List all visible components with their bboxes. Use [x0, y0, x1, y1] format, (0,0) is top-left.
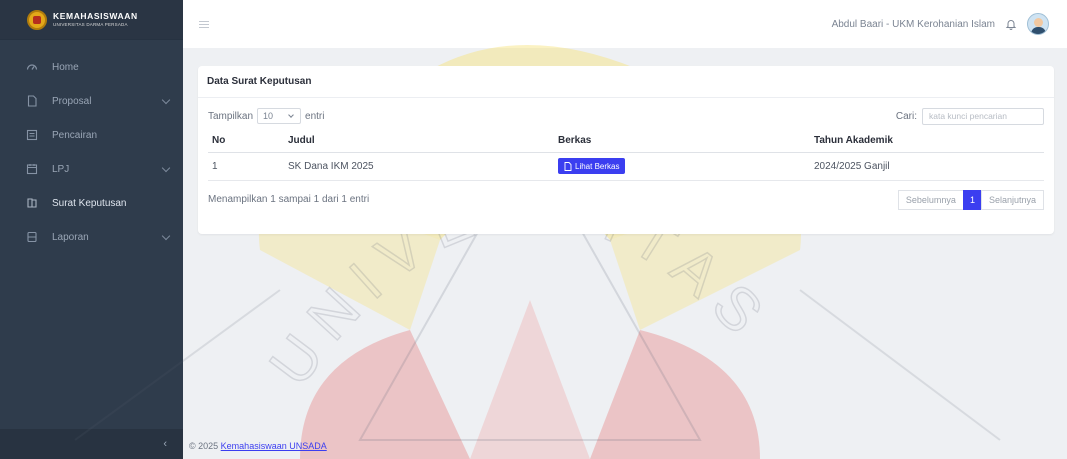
page-footer: © 2025 Kemahasiswaan UNSADA	[189, 441, 327, 451]
university-logo-icon	[27, 9, 47, 30]
menu-toggle-icon[interactable]	[199, 20, 209, 28]
column-header-tahun-akademik[interactable]: Tahun Akademik	[814, 130, 1044, 153]
table-info: Menampilkan 1 sampai 1 dari 1 entri	[208, 194, 370, 205]
search-input[interactable]	[922, 107, 1044, 125]
table-row: 1 SK Dana IKM 2025 Lihat Berkas 2024/202…	[208, 152, 1044, 181]
sidebar-collapse-button[interactable]: ‹	[0, 429, 183, 459]
entries-per-page-select[interactable]: 10	[257, 108, 302, 124]
calendar-icon	[26, 163, 38, 175]
pagination: Sebelumnya 1 Selanjutnya	[897, 189, 1044, 210]
document-icon	[26, 197, 38, 209]
sidebar: KEMAHASISWAAN UNIVERSITAS DARMA PERSADA …	[0, 0, 183, 459]
sidebar-item-label: LPJ	[52, 163, 70, 175]
column-header-judul[interactable]: Judul	[288, 130, 558, 153]
report-icon	[26, 231, 38, 243]
sidebar-item-label: Laporan	[52, 231, 89, 243]
chevron-down-icon	[161, 95, 171, 104]
column-header-no[interactable]: No	[208, 130, 288, 153]
lihat-berkas-button[interactable]: Lihat Berkas	[558, 158, 626, 174]
chevron-left-icon: ‹	[163, 438, 167, 450]
user-avatar[interactable]	[1027, 13, 1049, 35]
brand[interactable]: KEMAHASISWAAN UNIVERSITAS DARMA PERSADA	[0, 0, 183, 40]
cell-judul: SK Dana IKM 2025	[288, 152, 558, 181]
brand-subtitle: UNIVERSITAS DARMA PERSADA	[53, 21, 128, 27]
sidebar-item-home[interactable]: Home	[0, 50, 183, 84]
chevron-down-icon	[161, 231, 171, 240]
copyright-text: © 2025	[189, 441, 219, 451]
sidebar-nav: Home Proposal Pencairan LPJ Surat Keputu…	[0, 40, 183, 254]
dashboard-icon	[26, 61, 38, 73]
cell-no: 1	[208, 152, 288, 181]
sidebar-item-label: Surat Keputusan	[52, 197, 127, 209]
sidebar-item-proposal[interactable]: Proposal	[0, 84, 183, 118]
data-surat-keputusan-card: Data Surat Keputusan Tampilkan 10 entri …	[198, 66, 1054, 234]
column-header-berkas[interactable]: Berkas	[558, 130, 814, 153]
sidebar-item-lpj[interactable]: LPJ	[0, 152, 183, 186]
sidebar-item-label: Proposal	[52, 95, 92, 107]
pagination-prev-button[interactable]: Sebelumnya	[897, 189, 964, 210]
bell-icon[interactable]	[1005, 18, 1017, 30]
topbar: Abdul Baari - UKM Kerohanian Islam	[183, 0, 1067, 48]
chevron-down-icon	[161, 163, 171, 172]
table-header-row: No Judul Berkas Tahun Akademik	[208, 130, 1044, 153]
footer-link[interactable]: Kemahasiswaan UNSADA	[221, 441, 327, 451]
length-suffix-label: entri	[305, 110, 325, 122]
sidebar-item-label: Home	[52, 61, 79, 73]
search-label: Cari:	[895, 110, 917, 122]
card-title: Data Surat Keputusan	[198, 66, 1054, 98]
sidebar-item-surat-keputusan[interactable]: Surat Keputusan	[0, 186, 183, 220]
user-name[interactable]: Abdul Baari - UKM Kerohanian Islam	[832, 19, 995, 30]
cell-tahun-akademik: 2024/2025 Ganjil	[814, 152, 1044, 181]
file-icon	[564, 161, 572, 171]
surat-keputusan-table: No Judul Berkas Tahun Akademik 1 SK Dana…	[208, 130, 1044, 181]
length-prefix-label: Tampilkan	[208, 110, 254, 122]
pagination-next-button[interactable]: Selanjutnya	[980, 189, 1044, 210]
receipt-icon	[26, 129, 38, 141]
sidebar-item-laporan[interactable]: Laporan	[0, 220, 183, 254]
sidebar-item-pencairan[interactable]: Pencairan	[0, 118, 183, 152]
pagination-page-1[interactable]: 1	[962, 189, 982, 210]
brand-title: KEMAHASISWAAN	[53, 11, 138, 21]
sidebar-item-label: Pencairan	[52, 129, 98, 141]
chevron-down-icon	[288, 112, 294, 118]
file-icon	[26, 95, 38, 107]
